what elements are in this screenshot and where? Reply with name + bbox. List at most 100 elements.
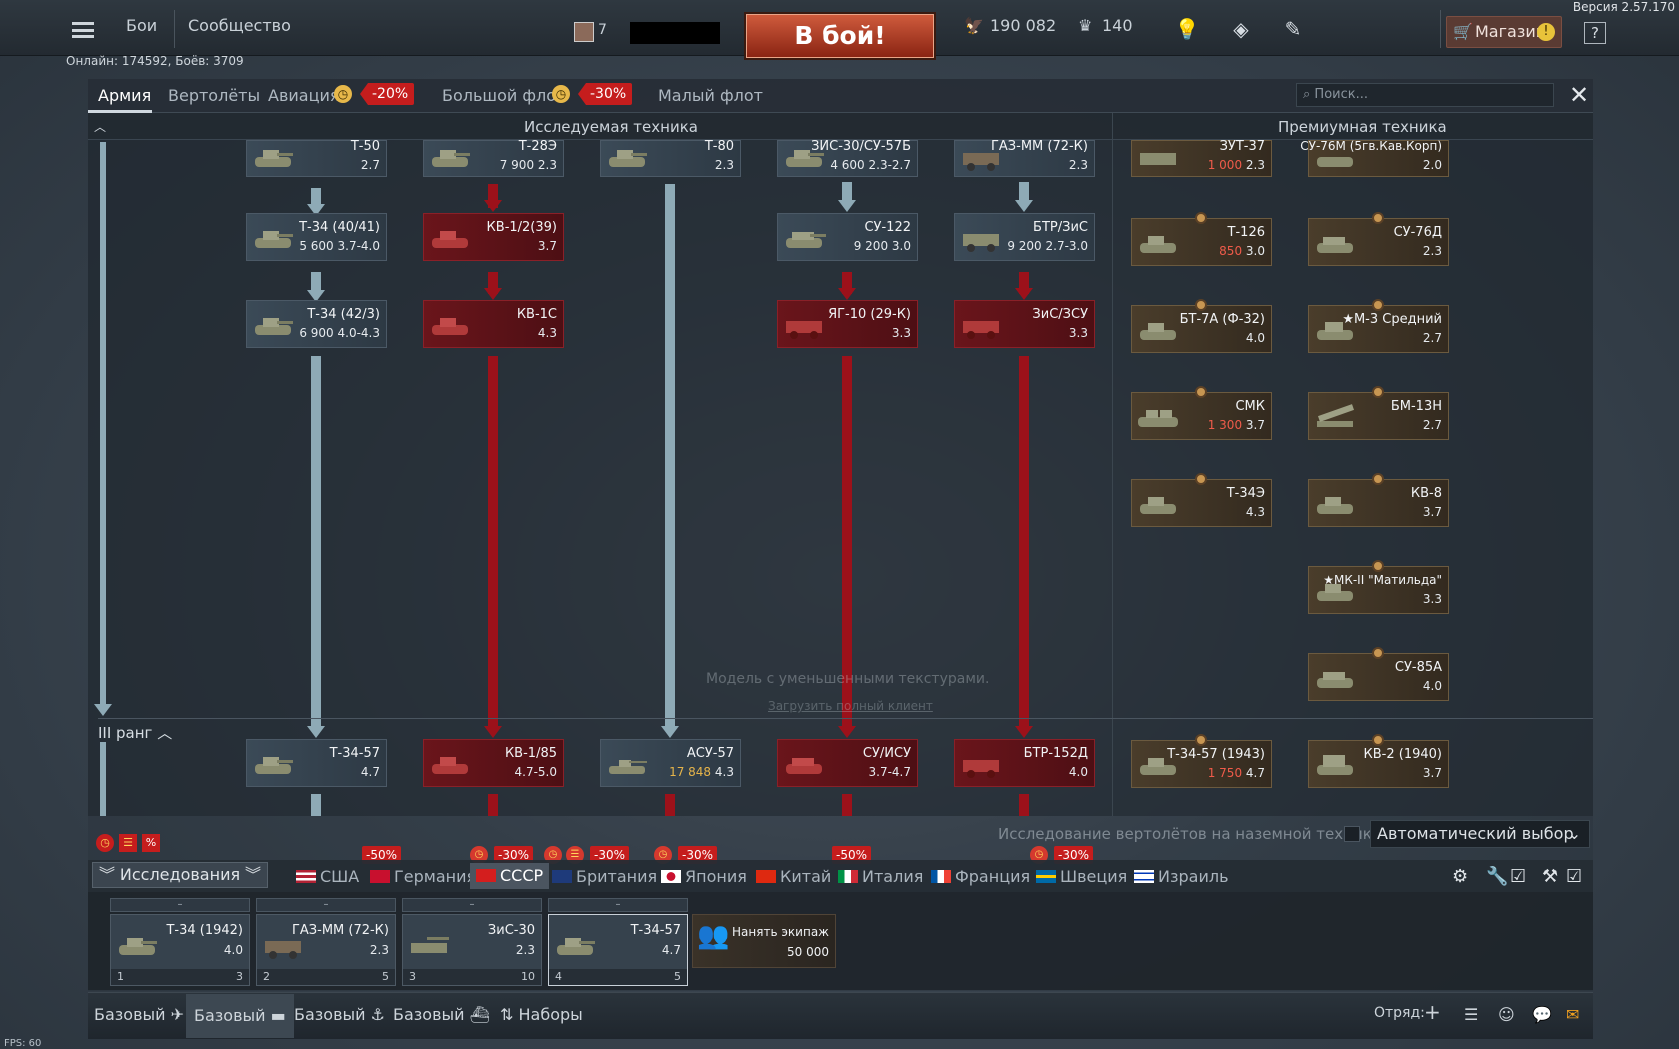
coupon-icon[interactable]: ✎ (1278, 14, 1308, 44)
vehicle-card[interactable]: КВ-1С 4.3 (423, 300, 564, 348)
nation-japan[interactable]: Япония (661, 867, 747, 886)
premium-vehicle-card[interactable]: КВ-2 (1940) 3.7 (1308, 734, 1449, 788)
preset-ground-tank[interactable]: Базовый ▬ (186, 994, 294, 1038)
menu-community[interactable]: Сообщество (188, 16, 291, 35)
tab-army[interactable]: Армия (98, 86, 151, 105)
vehicle-card[interactable]: БТР-152Д 4.0 (954, 739, 1095, 787)
heli-research-checkbox[interactable] (1344, 826, 1360, 842)
crew-slot[interactable]: ЗиС-30 2.3 3 10 (402, 914, 542, 986)
premium-vehicle-card[interactable]: Т-126 850 3.0 (1131, 212, 1272, 266)
timer-filter-icon[interactable]: ◷ (96, 834, 114, 852)
nation-china[interactable]: Китай (756, 867, 831, 886)
close-icon[interactable]: ✕ (1566, 82, 1592, 108)
vehicle-card[interactable]: КВ-1/85 4.7-5.0 (423, 739, 564, 787)
premium-vehicle-card[interactable]: КВ-8 3.7 (1308, 473, 1449, 527)
vehicle-card[interactable]: Т-28Э 7 900 2.3 (423, 139, 564, 177)
preset-ground-air[interactable]: Базовый ✈ (94, 1005, 184, 1024)
vehicle-name: Т-50 (350, 139, 380, 154)
premium-vehicle-card[interactable]: СУ-76М (5гв.Кав.Корп) 2.0 (1300, 139, 1449, 177)
vehicle-card[interactable]: КВ-1/2(39) 3.7 (423, 213, 564, 261)
vehicle-card[interactable]: Т-80 2.3 (600, 139, 741, 177)
battle-button[interactable]: В бой! (746, 14, 934, 58)
lightbulb-icon[interactable]: 💡 (1172, 14, 1202, 44)
vehicle-card[interactable]: Т-50 2.7 (246, 139, 387, 177)
hire-crew-button[interactable]: 👥 Нанять экипаж 50 000 (692, 914, 836, 968)
vehicle-card[interactable]: СУ-122 9 200 3.0 (777, 213, 918, 261)
nation-france[interactable]: Франция (931, 867, 1030, 886)
vehicle-card[interactable]: Т-34-57 4.7 (246, 739, 387, 787)
shop-button[interactable]: 🛒 Магазин ! (1446, 16, 1562, 48)
premium-vehicle-card[interactable]: Т-34-57 (1943) 1 750 4.7 (1131, 734, 1272, 788)
nation-ussr[interactable]: СССР (470, 863, 550, 889)
heli-research-label: Исследование вертолётов на наземной техн… (998, 825, 1381, 843)
battle-rating: 4.3 (537, 326, 557, 340)
slot-vehicle-name: ГАЗ-ММ (72-К) (291, 923, 389, 938)
diamond-icon[interactable]: ◈ (1226, 14, 1256, 44)
premium-vehicle-card[interactable]: СУ-76Д 2.3 (1308, 212, 1449, 266)
preset-ground-boat[interactable]: Базовый ⛴ (393, 1005, 490, 1024)
chevron-up-icon[interactable]: ︿ (157, 724, 172, 742)
battle-rating: 2.0 (1422, 158, 1442, 172)
menu-icon[interactable] (72, 22, 94, 38)
avatar[interactable] (574, 22, 594, 42)
wrench-icon[interactable]: 🔧 (1486, 866, 1508, 887)
help-icon[interactable]: ? (1584, 22, 1606, 44)
vehicle-name: БТР/ЗиС (1033, 220, 1088, 235)
tab-aviation[interactable]: Авиация (268, 86, 340, 105)
crew-slot[interactable]: Т-34 (1942) 4.0 13 (110, 914, 250, 986)
premium-vehicle-card[interactable]: ★МК-II "Матильда" 3.3 (1308, 560, 1449, 614)
discount-filter-icon[interactable]: % (142, 834, 160, 852)
tab-bluewater-fleet[interactable]: Большой флот (442, 86, 565, 105)
sort-icon: ⇅ (500, 1005, 514, 1024)
nation-sweden[interactable]: Швеция (1036, 867, 1127, 886)
chat-icon[interactable]: 💬 (1532, 1005, 1552, 1024)
vehicle-card[interactable]: ЗиС/ЗСУ 3.3 (954, 300, 1095, 348)
gear-icon[interactable]: ⚙ (1452, 866, 1468, 887)
vehicle-card[interactable]: СУ/ИСУ 3.7-4.7 (777, 739, 918, 787)
premium-vehicle-card[interactable]: ЗУТ-37 1 000 2.3 (1131, 139, 1272, 177)
vehicle-card[interactable]: БТР/ЗиС 9 200 2.7-3.0 (954, 213, 1095, 261)
list-icon[interactable]: ☰ (1464, 1005, 1478, 1024)
premium-vehicle-card[interactable]: СУ-85А 4.0 (1308, 647, 1449, 701)
crew-slot-selected[interactable]: Т-34-57 4.7 45 (548, 914, 688, 986)
tab-helicopters[interactable]: Вертолёты (168, 86, 260, 105)
premium-vehicle-card[interactable]: ★М-3 Средний 2.7 (1308, 299, 1449, 353)
vehicle-name: Т-34 (40/41) (299, 220, 380, 235)
checkmark-icon[interactable]: ☑ (1510, 866, 1526, 887)
checkmark-icon[interactable]: ☑ (1566, 866, 1582, 887)
research-button[interactable]: ︾ Исследования ︾ (92, 862, 268, 888)
premium-vehicle-card[interactable]: БТ-7А (Ф-32) 4.0 (1131, 299, 1272, 353)
nation-italy[interactable]: Италия (838, 867, 923, 886)
sets-button[interactable]: ⇅ Наборы (500, 1005, 583, 1024)
nation-israel[interactable]: Израиль (1134, 867, 1229, 886)
load-full-client-link[interactable]: Загрузить полный клиент (768, 699, 933, 713)
vehicle-card[interactable]: Т-34 (42/3) 6 900 4.0-4.3 (246, 300, 387, 348)
nation-germany[interactable]: Германия (370, 867, 476, 886)
tab-coastal-fleet[interactable]: Малый флот (658, 86, 763, 105)
search-input[interactable]: ⌕ Поиск... (1296, 83, 1554, 107)
mail-icon[interactable]: ✉ (1566, 1005, 1579, 1024)
premium-vehicle-card[interactable]: Т-34Э 4.3 (1131, 473, 1272, 527)
vehicle-card[interactable]: ГАЗ-ММ (72-К) 2.3 (954, 139, 1095, 177)
vehicle-card[interactable]: АСУ-57 17 848 4.3 (600, 739, 741, 787)
auto-select-dropdown[interactable]: Автоматический выбор ⌄ (1370, 820, 1590, 848)
preset-ground-fleet[interactable]: Базовый ⚓ (294, 1005, 385, 1024)
nation-britain[interactable]: Британия (552, 867, 657, 886)
repair-all-icon[interactable]: ⚒ (1542, 866, 1558, 887)
friends-icon[interactable]: ☺ (1498, 1005, 1515, 1024)
connector (665, 184, 675, 730)
add-squad-icon[interactable]: + (1424, 1000, 1441, 1024)
premium-vehicle-card[interactable]: БМ-13Н 2.7 (1308, 386, 1449, 440)
crew-slot[interactable]: ГАЗ-ММ (72-К) 2.3 25 (256, 914, 396, 986)
list-filter-icon[interactable]: ☰ (119, 834, 137, 852)
vehicle-card[interactable]: Т-34 (40/41) 5 600 3.7-4.0 (246, 213, 387, 261)
vehicle-name: КВ-8 (1410, 486, 1442, 501)
premium-vehicle-card[interactable]: СМК 1 300 3.7 (1131, 386, 1272, 440)
nation-usa[interactable]: США (296, 867, 359, 886)
menu-battles[interactable]: Бои (126, 16, 157, 35)
collapse-icon[interactable]: ︿ (94, 118, 106, 135)
truck-icon (1140, 153, 1176, 165)
research-progress: 17 848 (669, 765, 712, 779)
vehicle-card[interactable]: ЯГ-10 (29-К) 3.3 (777, 300, 918, 348)
vehicle-card[interactable]: ЗИС-30/СУ-57Б 4 600 2.3-2.7 (777, 139, 918, 177)
